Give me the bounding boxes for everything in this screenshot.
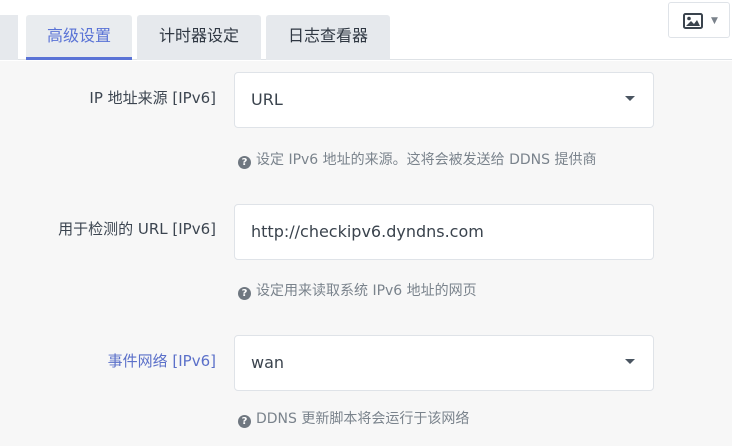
ip-source-help-text: 设定 IPv6 地址的来源。这将会被发送给 DDNS 提供商 [256,152,597,168]
question-circle-icon: ? [238,156,251,169]
ip-source-select[interactable]: URL [234,72,654,128]
event-network-help-text: DDNS 更新脚本将会运行于该网络 [256,411,470,427]
event-network-value: wan [251,353,285,372]
check-url-label: 用于检测的 URL [IPv6] [58,220,216,238]
image-toggle-button[interactable]: ▼ [668,2,730,38]
caret-down-icon: ▼ [711,16,718,26]
image-icon [683,13,703,29]
ip-source-label: IP 地址来源 [IPv6] [89,89,216,107]
tab-timer-settings[interactable]: 计时器设定 [137,15,261,60]
settings-form: IP 地址来源 [IPv6] URL ? 设定 IPv6 地址的来源。这将会被发送… [0,61,732,446]
question-circle-icon: ? [238,287,251,300]
tab-partial-left[interactable] [0,15,18,60]
question-circle-icon: ? [238,415,251,428]
check-url-help-text: 设定用来读取系统 IPv6 地址的网页 [256,283,477,299]
event-network-help: ? DDNS 更新脚本将会运行于该网络 [238,408,469,428]
chevron-down-icon [625,359,635,364]
tab-log-viewer[interactable]: 日志查看器 [266,15,390,60]
chevron-down-icon [625,96,635,101]
ddns-settings-panel: 高级设置 计时器设定 日志查看器 ▼ IP 地址来源 [IPv6] URL ? 设… [0,0,732,446]
event-network-select[interactable]: wan [234,335,654,391]
ip-source-value: URL [251,90,283,109]
event-network-label: 事件网络 [IPv6] [107,352,216,370]
tab-bar: 高级设置 计时器设定 日志查看器 ▼ [0,0,732,60]
ip-source-help: ? 设定 IPv6 地址的来源。这将会被发送给 DDNS 提供商 [238,149,596,169]
tab-advanced-settings[interactable]: 高级设置 [26,15,132,60]
check-url-input[interactable]: http://checkipv6.dyndns.com [234,204,654,260]
check-url-value: http://checkipv6.dyndns.com [251,222,484,241]
check-url-help: ? 设定用来读取系统 IPv6 地址的网页 [238,280,477,300]
